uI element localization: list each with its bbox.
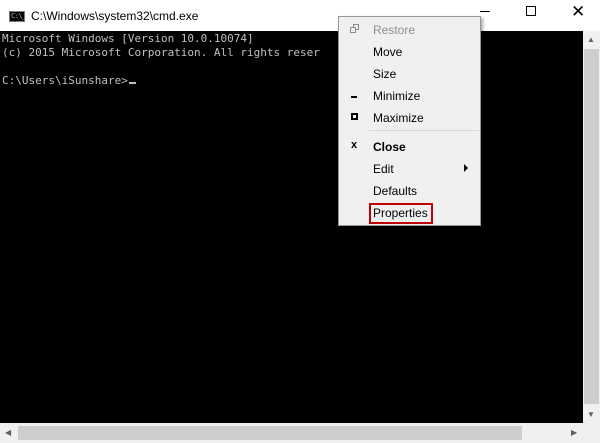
vertical-scrollbar[interactable]: ▲ ▼ — [583, 31, 600, 423]
console-line-copyright: (c) 2015 Microsoft Corporation. All righ… — [2, 46, 320, 59]
menu-item-move[interactable]: Move — [341, 41, 478, 63]
cmd-app-icon[interactable]: C:\_ — [9, 11, 26, 22]
console-prompt-line: C:\Users\iSunshare> — [2, 74, 136, 88]
minimize-icon — [480, 11, 490, 12]
submenu-arrow-icon — [464, 164, 468, 172]
console-line-version: Microsoft Windows [Version 10.0.10074] — [2, 32, 254, 45]
menu-item-move-label: Move — [373, 45, 403, 59]
menu-item-restore-label: Restore — [373, 23, 416, 37]
close-icon: x — [350, 139, 360, 151]
scroll-up-button[interactable]: ▲ — [583, 31, 600, 48]
maximize-icon — [526, 6, 536, 16]
menu-item-minimize-label: Minimize — [373, 89, 421, 103]
console-output[interactable]: Microsoft Windows [Version 10.0.10074] (… — [0, 31, 583, 423]
text-cursor — [128, 82, 136, 84]
close-button[interactable]: ✕ — [554, 0, 600, 31]
menu-item-close-label: Close — [373, 140, 406, 154]
menu-item-defaults-label: Defaults — [373, 184, 418, 198]
menu-item-size-label: Size — [373, 67, 397, 81]
system-context-menu: Restore Move Size Minimize Maximize x Cl… — [338, 16, 481, 226]
menu-item-close[interactable]: x Close — [341, 136, 478, 158]
vertical-scroll-thumb[interactable] — [584, 49, 599, 404]
menu-item-maximize[interactable]: Maximize — [341, 107, 478, 129]
maximize-button[interactable] — [508, 0, 554, 31]
menu-item-restore[interactable]: Restore — [341, 19, 478, 41]
close-glyph: x — [351, 139, 358, 151]
menu-item-maximize-label: Maximize — [373, 111, 424, 125]
maximize-icon — [350, 112, 360, 122]
console-prompt: C:\Users\iSunshare> — [2, 74, 128, 87]
horizontal-scrollbar[interactable]: ◀ ▶ — [0, 423, 583, 443]
restore-icon — [350, 24, 360, 34]
chevron-left-icon: ◀ — [5, 428, 12, 437]
horizontal-scroll-thumb[interactable] — [18, 426, 522, 440]
close-icon: ✕ — [571, 2, 586, 21]
scroll-down-button[interactable]: ▼ — [583, 406, 600, 423]
chevron-right-icon: ▶ — [571, 428, 578, 437]
title-bar[interactable]: C:\_ C:\Windows\system32\cmd.exe ✕ — [0, 0, 600, 31]
cmd-app-icon-text: C:\_ — [11, 12, 26, 20]
cmd-window: C:\_ C:\Windows\system32\cmd.exe ✕ Micro… — [0, 0, 600, 443]
properties-highlight-box — [369, 203, 433, 224]
scroll-right-button[interactable]: ▶ — [566, 423, 583, 443]
menu-item-defaults[interactable]: Defaults — [341, 180, 478, 202]
chevron-up-icon: ▲ — [587, 35, 595, 44]
menu-separator — [369, 130, 479, 131]
scroll-left-button[interactable]: ◀ — [0, 423, 17, 443]
scrollbar-corner — [583, 423, 600, 443]
menu-item-edit-label: Edit — [373, 162, 394, 176]
menu-item-edit[interactable]: Edit — [341, 158, 478, 180]
window-title: C:\Windows\system32\cmd.exe — [31, 9, 199, 23]
menu-item-size[interactable]: Size — [341, 63, 478, 85]
chevron-down-icon: ▼ — [587, 410, 595, 419]
menu-item-minimize[interactable]: Minimize — [341, 85, 478, 107]
minimize-icon — [350, 90, 360, 100]
